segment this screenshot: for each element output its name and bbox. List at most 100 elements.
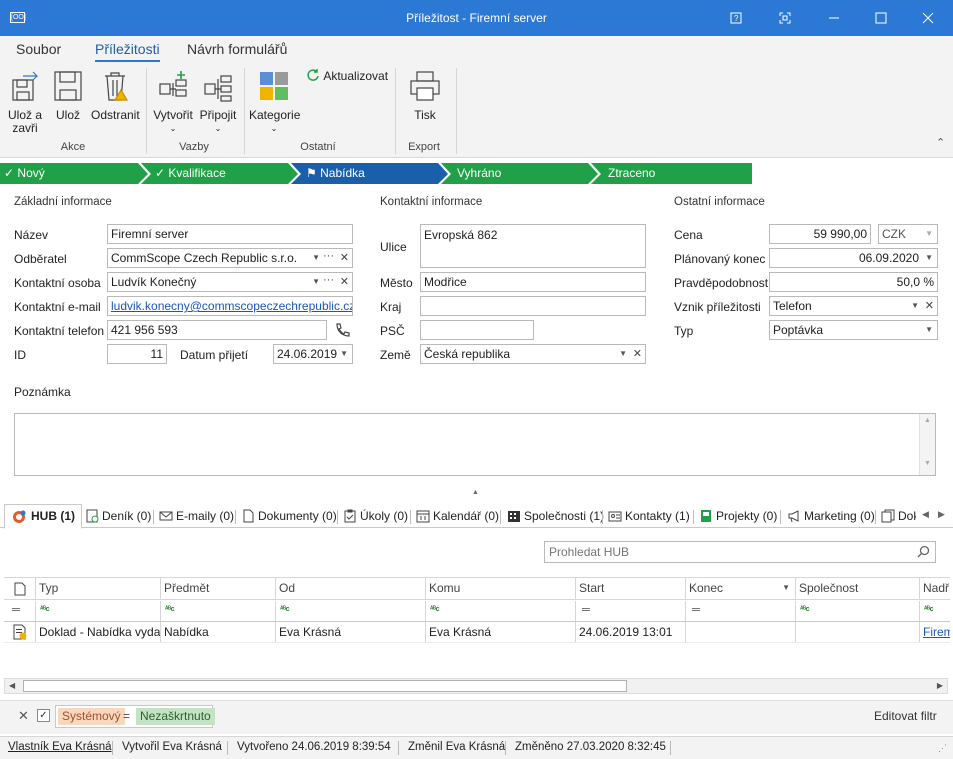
attach-button[interactable]: Připojit ⌄	[198, 70, 238, 135]
type-field[interactable]: Poptávka ▼	[769, 320, 938, 340]
tab-documents[interactable]: Dokumenty (0)	[240, 506, 337, 528]
clear-icon[interactable]: ✕	[340, 273, 349, 291]
cell-end[interactable]	[686, 622, 796, 642]
ribbon-tab-opportunities[interactable]: Příležitosti	[95, 41, 160, 62]
close-button[interactable]	[905, 0, 951, 36]
customer-field[interactable]: CommScope Czech Republic s.r.o. ▼ ··· ✕	[107, 248, 353, 268]
column-header-end[interactable]: Konec ▼	[686, 577, 796, 599]
resize-grip-icon[interactable]: ⋰	[938, 743, 947, 754]
table-row-icon[interactable]	[4, 622, 36, 642]
probability-field[interactable]: 50,0 %	[769, 272, 938, 292]
tab-projects[interactable]: Projekty (0)	[698, 506, 777, 528]
more-icon[interactable]: ···	[323, 273, 334, 289]
dropdown-arrow-icon[interactable]: ▼	[340, 345, 348, 363]
filter-operator[interactable]: =	[123, 708, 130, 725]
origin-field[interactable]: Telefon ▼ ✕	[769, 296, 938, 316]
stage-new[interactable]: ✓ Nový	[4, 163, 45, 184]
clear-filter-icon[interactable]: ✕	[18, 708, 29, 724]
save-close-button[interactable]: Ulož a zavři	[6, 70, 44, 135]
filter-cell-type[interactable]: ᴬᴮc	[36, 601, 161, 621]
column-header-to[interactable]: Komu	[426, 577, 576, 599]
scroll-down-icon[interactable]: ▼	[920, 460, 935, 467]
cell-start[interactable]: 24.06.2019 13:01	[576, 622, 686, 642]
ribbon-tab-file[interactable]: Soubor	[16, 41, 61, 57]
zip-field[interactable]	[420, 320, 534, 340]
dropdown-arrow-icon[interactable]: ▼	[312, 273, 320, 291]
print-button[interactable]: Tisk	[406, 70, 444, 122]
column-header-type[interactable]: Typ	[36, 577, 161, 599]
tab-hub[interactable]: HUB (1)	[4, 504, 82, 529]
city-field[interactable]: Modřice	[420, 272, 646, 292]
stage-offer[interactable]: ⚑ Nabídka	[306, 163, 365, 184]
street-field[interactable]: Evropská 862	[420, 224, 646, 268]
name-field[interactable]: Firemní server	[107, 224, 353, 244]
tab-companies[interactable]: Společnosti (1)	[506, 506, 604, 528]
delete-button[interactable]: Odstranit	[91, 70, 140, 122]
cell-subject[interactable]: Nabídka	[161, 622, 276, 642]
hub-search-text[interactable]	[545, 542, 905, 562]
help-icon[interactable]: ?	[713, 0, 759, 36]
splitter-up-icon[interactable]: ▲	[472, 489, 479, 496]
note-textarea[interactable]: ▲ ▼	[14, 413, 936, 476]
ribbon-tab-form-design[interactable]: Návrh formulářů	[187, 41, 287, 57]
search-icon[interactable]	[917, 545, 930, 561]
fullscreen-icon[interactable]	[762, 0, 808, 36]
filter-cell[interactable]: ═	[4, 601, 36, 621]
cell-type[interactable]: Doklad - Nabídka vydaná	[36, 622, 161, 642]
column-header-start[interactable]: Start	[576, 577, 686, 599]
dropdown-arrow-icon[interactable]: ▼	[312, 249, 320, 267]
note-scrollbar[interactable]: ▲ ▼	[919, 414, 935, 475]
tab-tasks[interactable]: Úkoly (0)	[342, 506, 408, 528]
price-field[interactable]: 59 990,00	[769, 224, 871, 244]
clear-icon[interactable]: ✕	[633, 345, 642, 363]
filter-field-badge[interactable]: Systémový	[58, 708, 125, 725]
received-date-field[interactable]: 24.06.2019 ▼	[273, 344, 353, 364]
scroll-right-icon[interactable]: ▶	[937, 681, 943, 690]
phone-field[interactable]: 421 956 593	[107, 320, 327, 340]
create-button[interactable]: Vytvořit ⌄	[153, 70, 193, 135]
scrollbar-thumb[interactable]	[23, 680, 627, 692]
column-header-icon[interactable]	[4, 577, 36, 599]
column-header-parent[interactable]: Nadř	[920, 577, 950, 599]
filter-cell-start[interactable]: ═	[576, 601, 686, 621]
filter-value-badge[interactable]: Nezaškrtnuto	[136, 708, 215, 725]
stage-lost[interactable]: Ztraceno	[608, 163, 655, 184]
filter-enabled-checkbox[interactable]: ✓	[37, 709, 50, 722]
edit-filter-link[interactable]: Editovat filtr	[874, 709, 937, 723]
hub-search-input[interactable]	[544, 541, 936, 563]
category-button[interactable]: Kategorie ⌄	[249, 70, 300, 135]
collapse-ribbon-icon[interactable]: ⌃	[936, 136, 945, 149]
contact-person-field[interactable]: Ludvík Konečný ▼ ··· ✕	[107, 272, 353, 292]
column-header-subject[interactable]: Předmět	[161, 577, 276, 599]
email-link[interactable]: ludvik.konecny@commscopeczechrepublic.cz	[111, 299, 352, 313]
filter-cell-from[interactable]: ᴬᴮc	[276, 601, 426, 621]
more-icon[interactable]: ···	[323, 249, 334, 265]
planned-end-field[interactable]: 06.09.2020 ▼	[769, 248, 938, 268]
stage-qualification[interactable]: ✓ Kvalifikace	[155, 163, 226, 184]
scroll-left-icon[interactable]: ◀	[9, 681, 15, 690]
filter-cell-company[interactable]: ᴬᴮc	[796, 601, 920, 621]
filter-cell-parent[interactable]: ᴬᴮc	[920, 601, 950, 621]
save-button[interactable]: Ulož	[51, 70, 85, 122]
sort-desc-icon[interactable]: ▼	[782, 577, 790, 599]
filter-cell-end[interactable]: ═	[686, 601, 796, 621]
dropdown-arrow-icon[interactable]: ▼	[925, 321, 933, 339]
tab-calendar[interactable]: Kalendář (0)	[415, 506, 499, 528]
region-field[interactable]	[420, 296, 646, 316]
filter-expression[interactable]: Systémový = Nezaškrtnuto	[55, 705, 215, 728]
email-field[interactable]: ludvik.konecny@commscopeczechrepublic.cz	[107, 296, 353, 316]
tabs-scroll-right-icon[interactable]: ▶	[938, 509, 945, 520]
refresh-button[interactable]: Aktualizovat	[306, 68, 390, 85]
maximize-button[interactable]	[858, 0, 904, 36]
currency-select[interactable]: CZK ▼	[878, 224, 938, 244]
country-field[interactable]: Česká republika ▼ ✕	[420, 344, 646, 364]
cell-parent-link[interactable]: Firem	[920, 622, 950, 642]
column-header-from[interactable]: Od	[276, 577, 426, 599]
tab-emails[interactable]: E-maily (0)	[158, 506, 234, 528]
cell-company[interactable]	[796, 622, 920, 642]
tab-more-documents[interactable]: Dok	[880, 506, 916, 528]
cell-to[interactable]: Eva Krásná	[426, 622, 576, 642]
cell-from[interactable]: Eva Krásná	[276, 622, 426, 642]
clear-icon[interactable]: ✕	[925, 297, 934, 315]
tab-marketing[interactable]: Marketing (0)	[786, 506, 875, 528]
